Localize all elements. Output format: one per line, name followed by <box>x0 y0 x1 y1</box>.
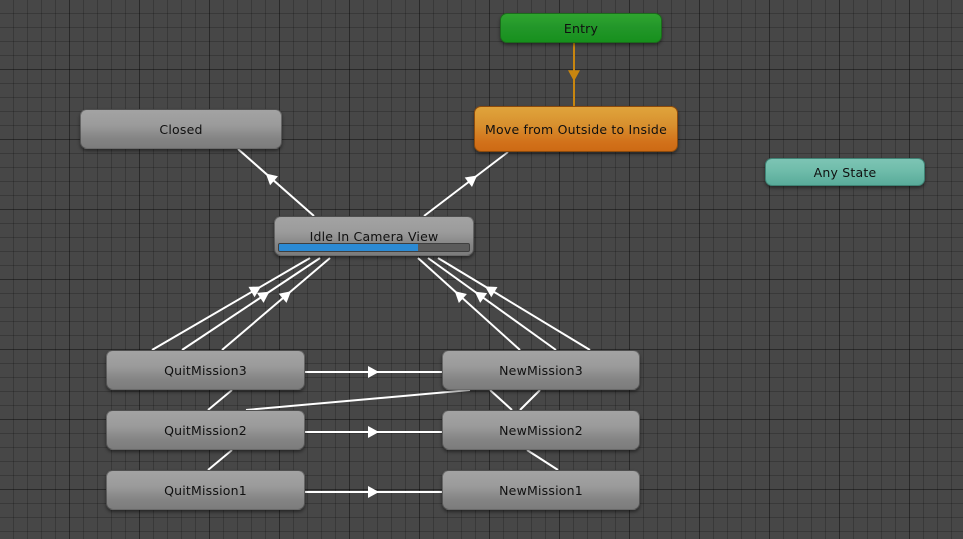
state-node-any_state[interactable]: Any State <box>765 158 925 186</box>
transition-line[interactable] <box>423 151 509 217</box>
state-progress-fill <box>279 244 418 251</box>
state-node-label: NewMission1 <box>499 482 583 498</box>
transition-entry-to-move[interactable] <box>568 43 580 106</box>
transition-line[interactable] <box>151 257 311 351</box>
state-node-quitmission3[interactable]: QuitMission3 <box>106 350 305 390</box>
state-node-label: QuitMission3 <box>164 362 247 378</box>
state-node-label: QuitMission1 <box>164 482 247 498</box>
state-node-label: Closed <box>159 121 203 137</box>
state-node-entry[interactable]: Entry <box>500 13 662 43</box>
transition-new3-link-b[interactable] <box>519 389 541 411</box>
transition-quit3-to-idle[interactable] <box>221 257 331 351</box>
transition-arrowhead[interactable] <box>256 291 270 303</box>
transition-new3-link-a[interactable] <box>489 389 513 411</box>
state-node-closed[interactable]: Closed <box>80 109 282 149</box>
transition-line[interactable] <box>417 257 521 351</box>
transition-quit2-to-quit1[interactable] <box>207 449 233 471</box>
state-node-label: NewMission2 <box>499 422 583 438</box>
state-node-label: QuitMission2 <box>164 422 247 438</box>
state-node-quitmission1[interactable]: QuitMission1 <box>106 470 305 510</box>
transition-line[interactable] <box>526 449 559 471</box>
transition-new2-to-quit1[interactable] <box>526 449 559 471</box>
transition-line[interactable] <box>207 389 233 411</box>
transition-line[interactable] <box>221 257 331 351</box>
transition-line[interactable] <box>237 148 315 217</box>
transition-arrowhead[interactable] <box>368 366 379 378</box>
transition-arrowhead[interactable] <box>278 291 291 303</box>
transition-arrowhead[interactable] <box>265 173 279 186</box>
transition-quit1-to-idle[interactable] <box>151 257 311 351</box>
transition-line[interactable] <box>181 257 321 351</box>
transition-arrowhead[interactable] <box>568 70 580 82</box>
transition-line[interactable] <box>427 257 557 351</box>
transition-quit1-to-new1[interactable] <box>305 486 442 498</box>
state-node-newmission1[interactable]: NewMission1 <box>442 470 640 510</box>
animator-graph-canvas[interactable]: Entry Move from Outside to Inside Closed An… <box>0 0 963 539</box>
state-node-label: Entry <box>563 20 599 36</box>
state-node-move_from_outside_to_inside[interactable]: Move from Outside to Inside <box>474 106 678 152</box>
transition-new3-to-idle[interactable] <box>417 257 521 351</box>
transition-quit2-to-idle[interactable] <box>181 257 321 351</box>
transition-new1-to-idle[interactable] <box>437 257 591 351</box>
transition-idle-to-move[interactable] <box>423 151 509 217</box>
transition-quit3-to-new3[interactable] <box>305 366 442 378</box>
transition-line[interactable] <box>207 449 233 471</box>
state-node-label: Any State <box>813 164 877 180</box>
transition-line[interactable] <box>519 389 541 411</box>
transition-line[interactable] <box>245 389 471 411</box>
transition-line[interactable] <box>489 389 513 411</box>
state-node-newmission2[interactable]: NewMission2 <box>442 410 640 450</box>
transition-arrowhead[interactable] <box>368 486 379 498</box>
transition-quit3-to-quit2[interactable] <box>207 389 233 411</box>
transition-arrowhead[interactable] <box>454 291 467 303</box>
transition-arrowhead[interactable] <box>474 291 488 303</box>
state-node-quitmission2[interactable]: QuitMission2 <box>106 410 305 450</box>
state-node-newmission3[interactable]: NewMission3 <box>442 350 640 390</box>
transition-arrowhead[interactable] <box>368 426 379 438</box>
transition-idle-to-closed[interactable] <box>237 148 315 217</box>
transition-new2-to-idle[interactable] <box>427 257 557 351</box>
transition-edges-layer <box>151 43 591 498</box>
transition-arrowhead[interactable] <box>248 286 262 298</box>
transition-arrowhead[interactable] <box>484 286 498 298</box>
transition-arrowhead[interactable] <box>464 175 478 187</box>
state-progress-track <box>278 243 470 252</box>
transition-line[interactable] <box>437 257 591 351</box>
state-node-label: NewMission3 <box>499 362 583 378</box>
transition-new3-to-quit2[interactable] <box>245 389 471 411</box>
state-node-idle_in_camera_view[interactable]: Idle In Camera View <box>274 216 474 256</box>
transition-quit2-to-new2[interactable] <box>305 426 442 438</box>
state-node-label: Move from Outside to Inside <box>485 121 667 137</box>
